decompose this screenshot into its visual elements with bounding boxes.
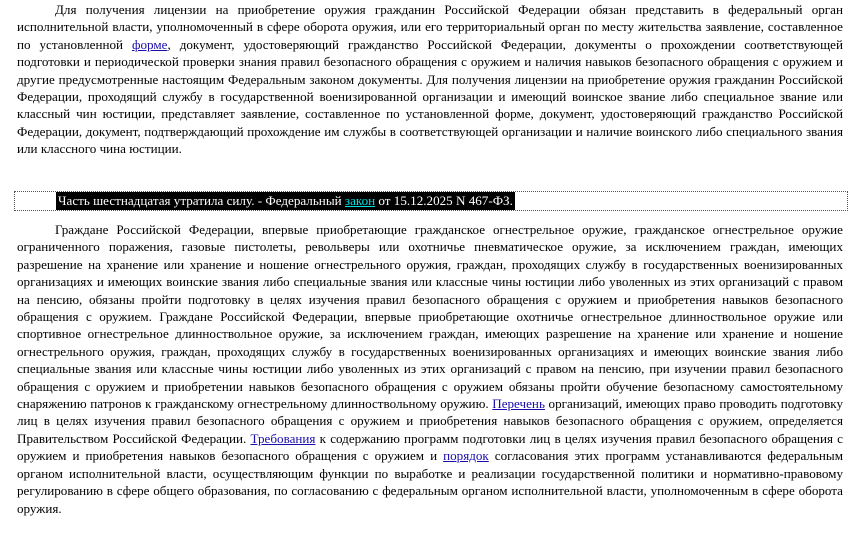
requirements-link[interactable]: Требования	[251, 431, 316, 446]
paragraph-license-application: Для получения лицензии на приобретение о…	[17, 1, 843, 158]
procedure-link[interactable]: порядок	[443, 448, 489, 463]
repealed-part-notice: Часть шестнадцатая утратила силу. - Феде…	[56, 192, 515, 210]
paragraph-training-requirements: Граждане Российской Федерации, впервые п…	[17, 221, 843, 517]
paragraph-text: Граждане Российской Федерации, впервые п…	[17, 222, 843, 412]
federal-law-link[interactable]: закон	[345, 193, 375, 208]
notice-text: Часть шестнадцатая утратила силу. - Феде…	[58, 193, 345, 208]
notice-text: от 15.12.2025 N 467-ФЗ.	[375, 193, 513, 208]
repealed-part-notice-box: Часть шестнадцатая утратила силу. - Феде…	[14, 191, 848, 211]
list-link[interactable]: Перечень	[492, 396, 545, 411]
form-link[interactable]: форме	[132, 37, 167, 52]
paragraph-text: , документ, удостоверяющий гражданство Р…	[17, 36, 843, 157]
